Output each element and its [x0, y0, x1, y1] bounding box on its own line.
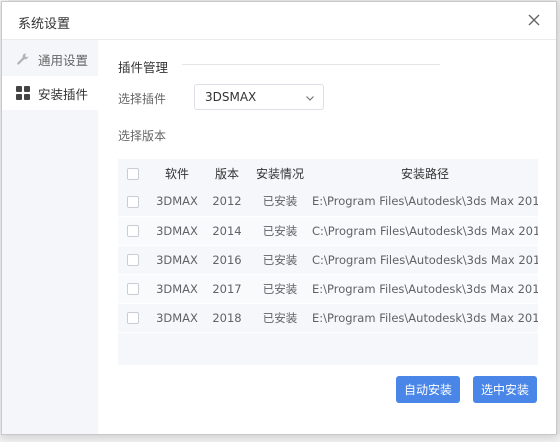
sidebar-item-general[interactable]: 通用设置: [2, 42, 98, 76]
close-icon[interactable]: [524, 10, 544, 30]
sidebar-item-label: 安装插件: [38, 86, 89, 102]
row-checkbox[interactable]: [127, 225, 139, 237]
cell-status: 已安装: [248, 187, 312, 217]
plugin-select-value: 3DSMAX: [205, 90, 257, 104]
install-selected-button[interactable]: 选中安装: [473, 376, 537, 403]
cell-version: 2014: [206, 216, 248, 246]
row-checkbox-cell: [118, 216, 148, 246]
cell-path: E:\Program Files\Autodesk\3ds Max 2017\: [312, 274, 538, 304]
chevron-down-icon: [305, 92, 315, 102]
cell-path: E:\Program Files\Autodesk\3ds Max 2018\: [312, 303, 538, 333]
section-title: 插件管理: [118, 60, 169, 75]
header-path: 安装路径: [312, 159, 538, 187]
auto-install-button[interactable]: 自动安装: [396, 376, 460, 403]
cell-software: 3DMAX: [148, 274, 206, 304]
row-checkbox-cell: [118, 187, 148, 217]
cell-software: 3DMAX: [148, 216, 206, 246]
dialog-titlebar: 系统设置: [2, 2, 556, 40]
version-table: 软件 版本 安装情况 安装路径 3DMAX 2012 已安装 E:\Progra…: [118, 159, 538, 365]
select-all-checkbox[interactable]: [127, 167, 139, 180]
section-divider: [182, 64, 440, 65]
main-content: 插件管理 选择插件 3DSMAX 选择版本 软件 版本 安装情况 安装路径 3D…: [98, 40, 556, 434]
row-checkbox-cell: [118, 274, 148, 304]
cell-version: 2016: [206, 245, 248, 275]
table-row[interactable]: 3DMAX 2018 已安装 E:\Program Files\Autodesk…: [118, 303, 538, 333]
settings-dialog: 系统设置 通用设置 安装插件 插件管理 选择插件 3DSMAX 选择版本 软件 …: [1, 1, 557, 435]
sidebar-item-install-plugins[interactable]: 安装插件: [2, 76, 98, 110]
cell-status: 已安装: [248, 245, 312, 275]
plugin-select[interactable]: 3DSMAX: [194, 84, 324, 110]
row-checkbox-cell: [118, 245, 148, 275]
select-plugin-label: 选择插件: [118, 92, 167, 106]
cell-software: 3DMAX: [148, 303, 206, 333]
background-window-bottom: [0, 434, 560, 442]
header-status: 安装情况: [248, 159, 312, 187]
table-row[interactable]: 3DMAX 2017 已安装 E:\Program Files\Autodesk…: [118, 274, 538, 304]
cell-status: 已安装: [248, 216, 312, 246]
grid-icon: [16, 86, 30, 100]
wrench-icon: [16, 52, 30, 66]
header-select-all: [118, 159, 148, 187]
select-version-label: 选择版本: [118, 129, 167, 143]
sidebar-item-label: 通用设置: [38, 52, 89, 68]
row-checkbox-cell: [118, 303, 148, 333]
cell-path: E:\Program Files\Autodesk\3ds Max 2012\: [312, 187, 538, 217]
cell-path: C:\Program Files\Autodesk\3ds Max 2016\: [312, 245, 538, 275]
cell-software: 3DMAX: [148, 187, 206, 217]
cell-status: 已安装: [248, 303, 312, 333]
cell-version: 2012: [206, 187, 248, 217]
cell-version: 2018: [206, 303, 248, 333]
cell-status: 已安装: [248, 274, 312, 304]
table-row[interactable]: 3DMAX 2012 已安装 E:\Program Files\Autodesk…: [118, 187, 538, 217]
row-checkbox[interactable]: [127, 312, 139, 324]
cell-version: 2017: [206, 274, 248, 304]
table-row[interactable]: 3DMAX 2016 已安装 C:\Program Files\Autodesk…: [118, 245, 538, 275]
dialog-title: 系统设置: [18, 17, 71, 32]
row-checkbox[interactable]: [127, 283, 139, 295]
header-software: 软件: [148, 159, 206, 187]
cell-path: C:\Program Files\Autodesk\3ds Max 2014\: [312, 216, 538, 246]
row-checkbox[interactable]: [127, 254, 139, 266]
row-checkbox[interactable]: [127, 195, 139, 208]
cell-software: 3DMAX: [148, 245, 206, 275]
table-row[interactable]: 3DMAX 2014 已安装 C:\Program Files\Autodesk…: [118, 216, 538, 246]
sidebar: 通用设置 安装插件: [2, 40, 98, 434]
header-version: 版本: [206, 159, 248, 187]
table-header-row: 软件 版本 安装情况 安装路径: [118, 159, 538, 187]
